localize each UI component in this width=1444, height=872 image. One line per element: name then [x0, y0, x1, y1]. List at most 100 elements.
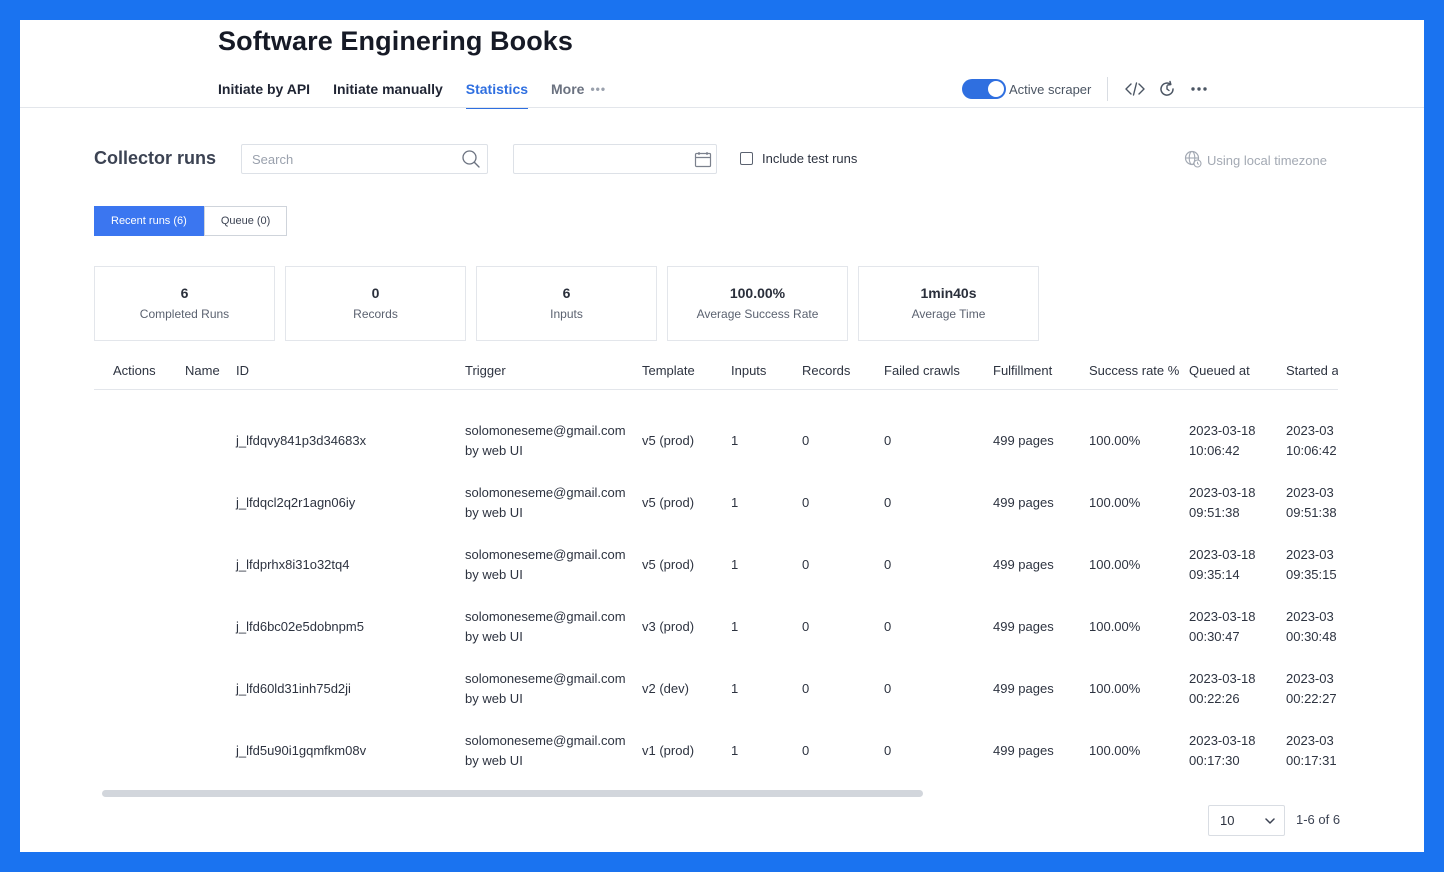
tab-initiate-by-api[interactable]: Initiate by API: [218, 80, 310, 107]
trigger-email: solomoneseme@gmail.com: [465, 733, 626, 748]
queued-time: 10:06:42: [1189, 443, 1240, 458]
trigger-via: by web UI: [465, 443, 523, 458]
active-scraper-label: Active scraper: [1009, 81, 1092, 97]
failed-crawls: 0: [884, 557, 892, 572]
col-started-at[interactable]: Started a: [1286, 363, 1338, 378]
run-id[interactable]: j_lfdqvy841p3d34683x: [236, 431, 366, 451]
queued-date: 2023-03-18: [1189, 609, 1256, 624]
col-id[interactable]: ID: [236, 363, 249, 378]
search-icon[interactable]: [461, 149, 481, 174]
more-icon[interactable]: [1189, 79, 1209, 99]
trigger-via: by web UI: [465, 691, 523, 706]
template: v2 (dev): [642, 681, 689, 696]
header-actions: Active scraper: [962, 77, 1221, 101]
template: v5 (prod): [642, 495, 695, 510]
section-title: Collector runs: [94, 148, 217, 168]
failed-crawls: 0: [884, 681, 892, 696]
run-tabs: Recent runs (6) Queue (0): [94, 206, 288, 236]
queued-date: 2023-03-18: [1189, 733, 1256, 748]
toggle-knob: [988, 81, 1004, 97]
fulfillment: 499 pages: [993, 743, 1054, 758]
col-template[interactable]: Template: [642, 363, 695, 378]
inputs: 1: [731, 681, 739, 696]
search-input[interactable]: [242, 145, 462, 173]
fulfillment: 499 pages: [993, 433, 1054, 448]
started-date: 2023-03: [1286, 733, 1334, 748]
fulfillment: 499 pages: [993, 557, 1054, 572]
success-rate: 100.00%: [1089, 495, 1141, 510]
tab-initiate-manually[interactable]: Initiate manually: [333, 80, 443, 107]
table-row[interactable]: j_lfdqcl2q2r1agn06iy solomoneseme@gmail.…: [94, 473, 1338, 535]
include-test-runs[interactable]: Include test runs: [740, 151, 857, 166]
col-records[interactable]: Records: [802, 363, 850, 378]
run-id[interactable]: j_lfd6bc02e5dobnpm5: [236, 617, 364, 637]
stat-label: Inputs: [550, 307, 583, 321]
started-time: 00:30:48: [1286, 629, 1337, 644]
tab-statistics[interactable]: Statistics: [465, 80, 529, 109]
trigger-email: solomoneseme@gmail.com: [465, 609, 626, 624]
col-name[interactable]: Name: [185, 363, 220, 378]
col-actions[interactable]: Actions: [113, 363, 156, 378]
code-icon[interactable]: [1125, 79, 1146, 99]
col-failed-crawls[interactable]: Failed crawls: [884, 363, 960, 378]
calendar-icon: [694, 151, 712, 173]
table-row[interactable]: j_lfdprhx8i31o32tq4 solomoneseme@gmail.c…: [94, 535, 1338, 597]
success-rate: 100.00%: [1089, 743, 1141, 758]
stat-cards: 6 Completed Runs 0 Records 6 Inputs 100.…: [94, 266, 1039, 341]
failed-crawls: 0: [884, 743, 892, 758]
col-queued-at[interactable]: Queued at: [1189, 363, 1250, 378]
col-fulfillment[interactable]: Fulfillment: [993, 363, 1052, 378]
failed-crawls: 0: [884, 433, 892, 448]
stat-card-average-time: 1min40s Average Time: [858, 266, 1039, 341]
started-time: 10:06:42: [1286, 443, 1337, 458]
col-trigger[interactable]: Trigger: [465, 363, 506, 378]
stat-card-records: 0 Records: [285, 266, 466, 341]
run-id[interactable]: j_lfd5u90i1gqmfkm08v: [236, 741, 366, 761]
table-row[interactable]: j_lfd6bc02e5dobnpm5 solomoneseme@gmail.c…: [94, 597, 1338, 659]
tab-queue[interactable]: Queue (0): [203, 206, 288, 236]
template: v1 (prod): [642, 743, 695, 758]
include-test-runs-checkbox[interactable]: [740, 152, 753, 165]
queued-time: 09:51:38: [1189, 505, 1240, 520]
page-size-select[interactable]: 10: [1208, 805, 1285, 836]
col-inputs[interactable]: Inputs: [731, 363, 766, 378]
success-rate: 100.00%: [1089, 557, 1141, 572]
trigger-via: by web UI: [465, 567, 523, 582]
table-row[interactable]: j_lfdqvy841p3d34683x solomoneseme@gmail.…: [94, 411, 1338, 473]
pagination-range: 1-6 of 6: [1296, 812, 1341, 827]
date-range-picker[interactable]: [513, 144, 717, 174]
table-row[interactable]: j_lfd60ld31inh75d2ji solomoneseme@gmail.…: [94, 659, 1338, 721]
queued-date: 2023-03-18: [1189, 485, 1256, 500]
trigger-via: by web UI: [465, 505, 523, 520]
run-id[interactable]: j_lfdprhx8i31o32tq4: [236, 555, 349, 575]
run-id[interactable]: j_lfd60ld31inh75d2ji: [236, 679, 351, 699]
tab-recent-runs[interactable]: Recent runs (6): [94, 206, 204, 236]
success-rate: 100.00%: [1089, 681, 1141, 696]
started-time: 00:17:31: [1286, 753, 1337, 768]
horizontal-scrollbar[interactable]: [102, 790, 923, 797]
queued-date: 2023-03-18: [1189, 671, 1256, 686]
queued-time: 00:17:30: [1189, 753, 1240, 768]
col-success-rate[interactable]: Success rate %: [1089, 363, 1179, 378]
stat-label: Records: [353, 307, 398, 321]
queued-time: 09:35:14: [1189, 567, 1240, 582]
run-id[interactable]: j_lfdqcl2q2r1agn06iy: [236, 493, 355, 513]
search-box: [241, 144, 488, 174]
active-scraper-toggle[interactable]: [962, 79, 1006, 99]
inputs: 1: [731, 557, 739, 572]
started-date: 2023-03: [1286, 609, 1334, 624]
stat-value: 100.00%: [729, 285, 786, 301]
template: v3 (prod): [642, 619, 695, 634]
tab-more[interactable]: More •••: [551, 80, 606, 107]
stat-label: Average Success Rate: [696, 307, 819, 321]
runs-table: Actions Name ID Trigger Template Inputs …: [94, 360, 1338, 790]
table-row[interactable]: j_lfd5u90i1gqmfkm08v solomoneseme@gmail.…: [94, 721, 1338, 783]
chevron-down-icon: [1264, 813, 1276, 828]
page-size-value: 10: [1220, 813, 1235, 828]
trigger-email: solomoneseme@gmail.com: [465, 485, 626, 500]
success-rate: 100.00%: [1089, 619, 1141, 634]
nav-tabs: Initiate by API Initiate manually Statis…: [218, 80, 629, 109]
fulfillment: 499 pages: [993, 495, 1054, 510]
history-icon[interactable]: [1157, 79, 1177, 99]
timezone-setting[interactable]: Using local timezone: [1184, 150, 1327, 171]
